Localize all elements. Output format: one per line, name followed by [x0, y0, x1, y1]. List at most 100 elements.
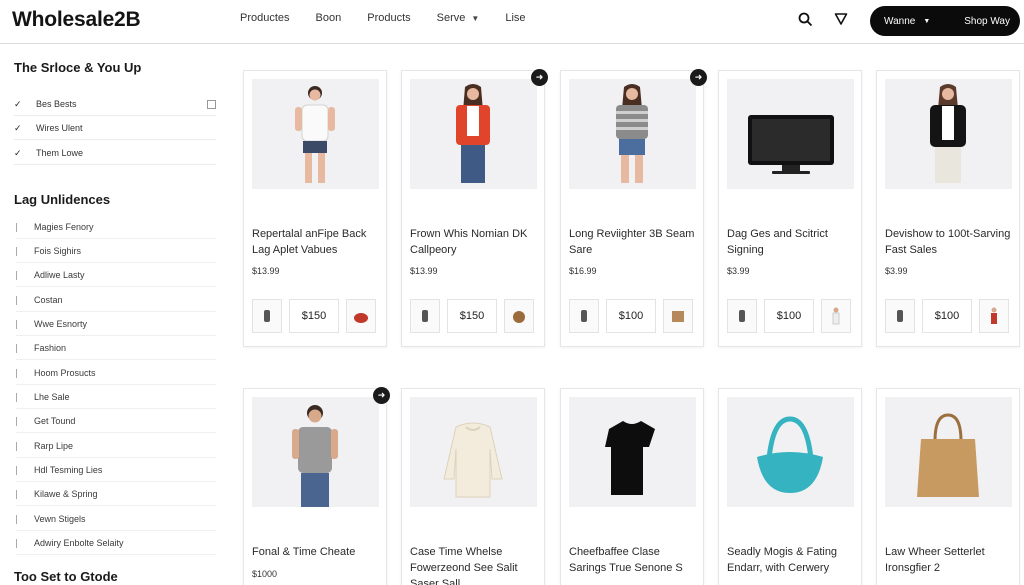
category-item[interactable]: Fois Sighirs	[16, 240, 216, 263]
category-label: Lhe Sale	[34, 392, 70, 402]
product-image[interactable]	[410, 79, 537, 189]
arrow-right-icon[interactable]: ➜	[531, 69, 548, 86]
search-icon[interactable]	[796, 10, 814, 28]
product-title[interactable]: Seadly Mogis & Fating Endarr, with Cerwe…	[727, 544, 857, 576]
product-title[interactable]: Repertalal anFipe Back Lag Aplet Vabues	[252, 226, 382, 258]
category-item[interactable]: Fashion	[16, 337, 216, 360]
product-title[interactable]: Cheefbaffee Clase Sarings True Senone S	[569, 544, 699, 576]
product-image[interactable]	[727, 79, 854, 189]
product-price: $3.99	[885, 266, 908, 276]
product-title[interactable]: Fonal & Time Cheate	[252, 544, 382, 560]
product-card[interactable]: Cheefbaffee Clase Sarings True Senone S	[560, 388, 704, 585]
product-card[interactable]: Fonal & Time Cheate $1000	[243, 388, 387, 585]
nav-label: Boon	[315, 12, 342, 24]
product-price: $1000	[252, 569, 278, 579]
category-label: Kilawe & Spring	[34, 489, 98, 499]
filter-sidebar: The Srloce & You Up ✓ Bes Bests ✓ Wires Ul…	[0, 44, 228, 585]
divider	[16, 343, 17, 353]
product-image[interactable]	[885, 397, 1012, 507]
product-title[interactable]: Devishow to 100t-Sarving Fast Sales	[885, 226, 1015, 258]
category-label: Adwiry Enbolte Selaity	[34, 538, 124, 548]
category-item[interactable]: Costan	[16, 289, 216, 312]
variant-thumb[interactable]	[885, 299, 915, 333]
product-image[interactable]	[727, 397, 854, 507]
product-title[interactable]: Dag Ges and Scitrict Signing	[727, 226, 857, 258]
variant-price[interactable]: $150	[447, 299, 497, 333]
product-card[interactable]: Long Reviighter 3B Seam Sare $16.99 $100	[560, 70, 704, 347]
product-card[interactable]: Devishow to 100t-Sarving Fast Sales $3.9…	[876, 70, 1020, 347]
product-card[interactable]: Frown Whis Nomian DK Callpeory $13.99 $1…	[401, 70, 545, 347]
product-card[interactable]: Law Wheer Setterlet Ironsgfier 2	[876, 388, 1020, 585]
site-logo[interactable]: Wholesale2B	[12, 8, 141, 32]
arrow-right-icon[interactable]: ➜	[373, 387, 390, 404]
product-image[interactable]	[569, 79, 696, 189]
nav-item-boon[interactable]: Boon	[316, 12, 342, 24]
category-label: Fois Sighirs	[34, 246, 82, 256]
variant-thumb[interactable]	[252, 299, 282, 333]
variant-row: $150	[410, 299, 540, 333]
product-title[interactable]: Case Time Whelse Fowerzeond See Salit Sa…	[410, 544, 540, 585]
product-title[interactable]: Frown Whis Nomian DK Callpeory	[410, 226, 540, 258]
variant-row: $150	[252, 299, 382, 333]
nav-item-lise[interactable]: Lise	[505, 12, 525, 24]
category-label: Magies Fenory	[34, 222, 94, 232]
product-image[interactable]	[252, 397, 379, 507]
filter-check-row[interactable]: ✓ Wires Ulent	[14, 117, 216, 140]
nav-item-productes[interactable]: Productes	[240, 12, 290, 24]
category-item[interactable]: Wwe Esnorty	[16, 313, 216, 336]
category-item[interactable]: Kilawe & Spring	[16, 483, 216, 506]
category-label: Vewn Stigels	[34, 514, 86, 524]
nav-label: Lise	[505, 12, 526, 24]
filter-icon[interactable]	[832, 10, 850, 28]
product-card[interactable]: Repertalal anFipe Back Lag Aplet Vabues …	[243, 70, 387, 347]
product-image[interactable]	[252, 79, 379, 189]
product-card[interactable]: Dag Ges and Scitrict Signing $3.99 $100	[718, 70, 862, 347]
category-label: Hoom Prosucts	[34, 368, 96, 378]
divider	[16, 368, 17, 378]
variant-thumb[interactable]	[410, 299, 440, 333]
region-select[interactable]: Wanne ▼	[884, 16, 930, 27]
variant-thumb[interactable]	[821, 299, 851, 333]
category-item[interactable]: Adliwe Lasty	[16, 264, 216, 287]
variant-thumb[interactable]	[346, 299, 376, 333]
variant-row: $100	[885, 299, 1015, 333]
category-label: Adliwe Lasty	[34, 270, 85, 280]
divider	[16, 246, 17, 256]
filter-check-row[interactable]: ✓ Bes Bests	[14, 93, 216, 116]
product-title[interactable]: Law Wheer Setterlet Ironsgfier 2	[885, 544, 1015, 576]
product-card[interactable]: Seadly Mogis & Fating Endarr, with Cerwe…	[718, 388, 862, 585]
variant-thumb[interactable]	[663, 299, 693, 333]
category-item[interactable]: Rarp Lipe	[16, 435, 216, 458]
account-pill: Wanne ▼ Shop Way	[870, 6, 1020, 36]
variant-price[interactable]: $100	[606, 299, 656, 333]
category-item[interactable]: Lhe Sale	[16, 386, 216, 409]
nav-label: Productes	[240, 12, 290, 24]
variant-thumb[interactable]	[504, 299, 534, 333]
variant-thumb[interactable]	[727, 299, 757, 333]
category-item[interactable]: Vewn Stigels	[16, 508, 216, 531]
variant-thumb[interactable]	[979, 299, 1009, 333]
category-item[interactable]: Magies Fenory	[16, 216, 216, 239]
filter-check-row[interactable]: ✓ Them Lowe	[14, 142, 216, 165]
nav-item-serve[interactable]: Serve ▼	[437, 12, 480, 24]
variant-price[interactable]: $100	[922, 299, 972, 333]
variant-price[interactable]: $150	[289, 299, 339, 333]
product-image[interactable]	[885, 79, 1012, 189]
product-card[interactable]: Case Time Whelse Fowerzeond See Salit Sa…	[401, 388, 545, 585]
shop-way-button[interactable]: Shop Way	[964, 16, 1010, 27]
nav-item-products[interactable]: Products	[367, 12, 410, 24]
variant-thumb[interactable]	[569, 299, 599, 333]
category-item[interactable]: Adwiry Enbolte Selaity	[16, 532, 216, 555]
arrow-right-icon[interactable]: ➜	[690, 69, 707, 86]
divider	[16, 270, 17, 280]
product-image[interactable]	[569, 397, 696, 507]
category-item[interactable]: Hoom Prosucts	[16, 362, 216, 385]
category-item[interactable]: Hdl Tesming Lies	[16, 459, 216, 482]
category-item[interactable]: Get Tound	[16, 410, 216, 433]
product-image[interactable]	[410, 397, 537, 507]
variant-price[interactable]: $100	[764, 299, 814, 333]
check-icon: ✓	[14, 98, 22, 109]
product-title[interactable]: Long Reviighter 3B Seam Sare	[569, 226, 699, 258]
checkbox[interactable]	[207, 99, 216, 109]
product-price: $13.99	[252, 266, 280, 276]
